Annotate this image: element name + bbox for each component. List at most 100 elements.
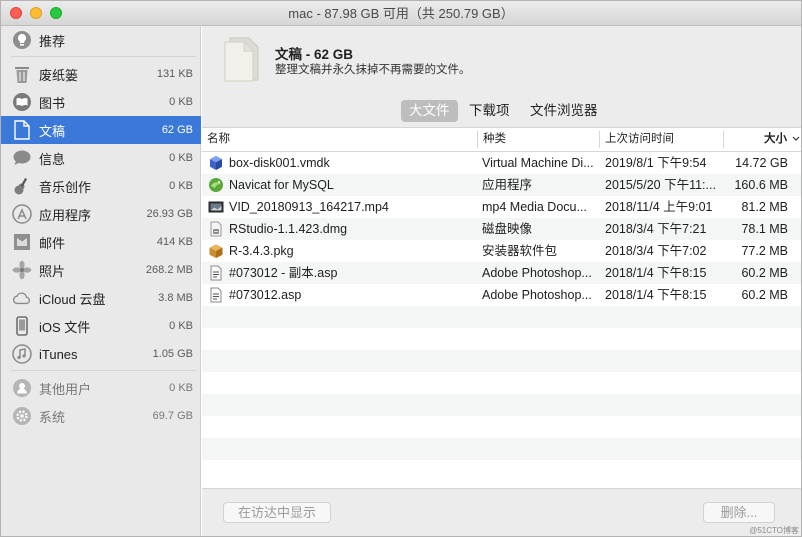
sidebar-item-label: 邮件 (39, 235, 66, 251)
segmented-tabs: 大文件 下载项 文件浏览器 (202, 92, 801, 128)
file-name: VID_20180913_164217.mp4 (229, 200, 389, 214)
file-name: R-3.4.3.pkg (229, 244, 294, 258)
empty-row (202, 306, 801, 328)
table-row[interactable]: RStudio-1.1.423.dmg 磁盘映像 2018/3/4 下午7:21… (202, 218, 801, 240)
empty-row (202, 394, 801, 416)
sidebar-item-size: 69.7 GB (152, 410, 193, 422)
app-store-icon (12, 204, 32, 224)
sidebar-item-size: 3.8 MB (158, 292, 193, 304)
file-size: 77.2 MB (741, 244, 788, 258)
table-row[interactable]: R-3.4.3.pkg 安装器软件包 2018/3/4 下午7:02 77.2 … (202, 240, 801, 262)
chevron-down-icon (792, 128, 800, 151)
sidebar-item-applications[interactable]: 应用程序 26.93 GB (1, 200, 201, 228)
title-bar: mac - 87.98 GB 可用（共 250.79 GB） (1, 1, 801, 26)
column-divider[interactable] (723, 131, 724, 148)
close-window-button[interactable] (10, 7, 22, 19)
sidebar-item-size: 0 KB (169, 320, 193, 332)
column-header-size[interactable]: 大小 (764, 128, 800, 151)
sidebar-item-garageband[interactable]: 音乐创作 0 KB (1, 172, 201, 200)
category-header: 文稿 - 62 GB 整理文稿并永久抹掉不再需要的文件。 (202, 26, 801, 92)
file-name: box-disk001.vmdk (229, 156, 330, 170)
file-last-accessed: 2019/8/1 下午9:54 (605, 156, 707, 170)
file-name: Navicat for MySQL (229, 178, 334, 192)
column-divider[interactable] (477, 131, 478, 148)
sidebar-item-trash[interactable]: 废纸篓 131 KB (1, 60, 201, 88)
sidebar-item-label: 废纸篓 (39, 67, 79, 83)
table-row[interactable]: box-disk001.vmdk Virtual Machine Di... 2… (202, 152, 801, 174)
sidebar-item-other-users[interactable]: 其他用户 0 KB (1, 374, 201, 402)
sidebar-item-messages[interactable]: 信息 0 KB (1, 144, 201, 172)
tab-file-browser[interactable]: 文件浏览器 (522, 100, 606, 122)
category-title: 文稿 - 62 GB (275, 47, 354, 62)
column-divider[interactable] (599, 131, 600, 148)
file-size: 81.2 MB (741, 200, 788, 214)
column-header-last-accessed[interactable]: 上次访问时间 (605, 128, 674, 151)
tab-downloads[interactable]: 下载项 (461, 100, 518, 122)
music-icon (12, 344, 32, 364)
file-last-accessed: 2018/1/4 下午8:15 (605, 288, 707, 302)
vmdk-cube-icon (208, 155, 224, 171)
empty-row (202, 460, 801, 482)
sidebar-item-label: 照片 (39, 263, 66, 279)
sidebar-item-size: 0 KB (169, 180, 193, 192)
iphone-icon (12, 316, 32, 336)
sidebar: 推荐 废纸篓 131 KB 图书 0 KB 文稿 62 GB 信息 0 KB 音… (1, 26, 201, 536)
sidebar-item-documents[interactable]: 文稿 62 GB (1, 116, 201, 144)
sidebar-item-photos[interactable]: 照片 268.2 MB (1, 256, 201, 284)
sidebar-item-label: 音乐创作 (39, 179, 92, 195)
sidebar-item-system[interactable]: 系统 69.7 GB (1, 402, 201, 430)
sidebar-item-ios-files[interactable]: iOS 文件 0 KB (1, 312, 201, 340)
asp-file-icon (208, 287, 224, 303)
file-kind: Adobe Photoshop... (482, 288, 592, 302)
guitar-icon (12, 176, 32, 196)
sidebar-item-size: 62 GB (161, 124, 193, 136)
file-size: 78.1 MB (741, 222, 788, 236)
column-header-size-label: 大小 (764, 133, 787, 145)
sidebar-item-recommendations[interactable]: 推荐 (1, 26, 201, 54)
show-in-finder-button[interactable]: 在访达中显示 (223, 502, 331, 523)
table-row[interactable]: #073012 - 副本.asp Adobe Photoshop... 2018… (202, 262, 801, 284)
column-header-name[interactable]: 名称 (207, 128, 230, 151)
sidebar-item-icloud-drive[interactable]: iCloud 云盘 3.8 MB (1, 284, 201, 312)
footer-bar: 在访达中显示 删除... @51CTO博客 (202, 488, 801, 536)
delete-button[interactable]: 删除... (703, 502, 775, 523)
book-icon (12, 92, 32, 112)
file-size: 160.6 MB (734, 178, 788, 192)
file-kind: 安装器软件包 (482, 244, 558, 258)
file-last-accessed: 2015/5/20 下午11:... (605, 178, 716, 192)
cloud-icon (12, 288, 32, 308)
sidebar-item-label: 其他用户 (39, 381, 92, 397)
navicat-icon (208, 177, 224, 193)
message-icon (12, 148, 32, 168)
table-row[interactable]: VID_20180913_164217.mp4 mp4 Media Docu..… (202, 196, 801, 218)
sidebar-item-size: 131 KB (156, 68, 193, 80)
table-row[interactable]: #073012.asp Adobe Photoshop... 2018/1/4 … (202, 284, 801, 306)
sidebar-item-label: iCloud 云盘 (39, 291, 106, 307)
tab-large-files[interactable]: 大文件 (401, 100, 458, 122)
category-subtitle: 整理文稿并永久抹掉不再需要的文件。 (275, 64, 471, 76)
gear-icon (12, 406, 32, 426)
empty-row (202, 416, 801, 438)
sidebar-item-itunes[interactable]: iTunes 1.05 GB (1, 340, 201, 368)
video-file-icon (208, 199, 224, 215)
sidebar-item-mail[interactable]: 邮件 414 KB (1, 228, 201, 256)
file-list: box-disk001.vmdk Virtual Machine Di... 2… (202, 152, 801, 488)
sidebar-divider (11, 56, 196, 57)
file-last-accessed: 2018/11/4 上午9:01 (605, 200, 713, 214)
maximize-window-button[interactable] (50, 7, 62, 19)
column-header-kind[interactable]: 种类 (483, 128, 506, 151)
sidebar-item-size: 0 KB (169, 96, 193, 108)
sidebar-item-size: 1.05 GB (152, 348, 193, 360)
table-row[interactable]: Navicat for MySQL 应用程序 2015/5/20 下午11:..… (202, 174, 801, 196)
sidebar-item-books[interactable]: 图书 0 KB (1, 88, 201, 116)
storage-management-window: mac - 87.98 GB 可用（共 250.79 GB） 推荐 废纸篓 13… (0, 0, 802, 537)
file-name: #073012 - 副本.asp (229, 266, 338, 280)
sidebar-item-size: 26.93 GB (146, 208, 193, 220)
sidebar-item-size: 0 KB (169, 152, 193, 164)
sidebar-item-label: 信息 (39, 151, 66, 167)
file-last-accessed: 2018/1/4 下午8:15 (605, 266, 707, 280)
file-name: RStudio-1.1.423.dmg (229, 222, 348, 236)
file-name: #073012.asp (229, 288, 302, 302)
minimize-window-button[interactable] (30, 7, 42, 19)
sidebar-divider (11, 370, 196, 371)
